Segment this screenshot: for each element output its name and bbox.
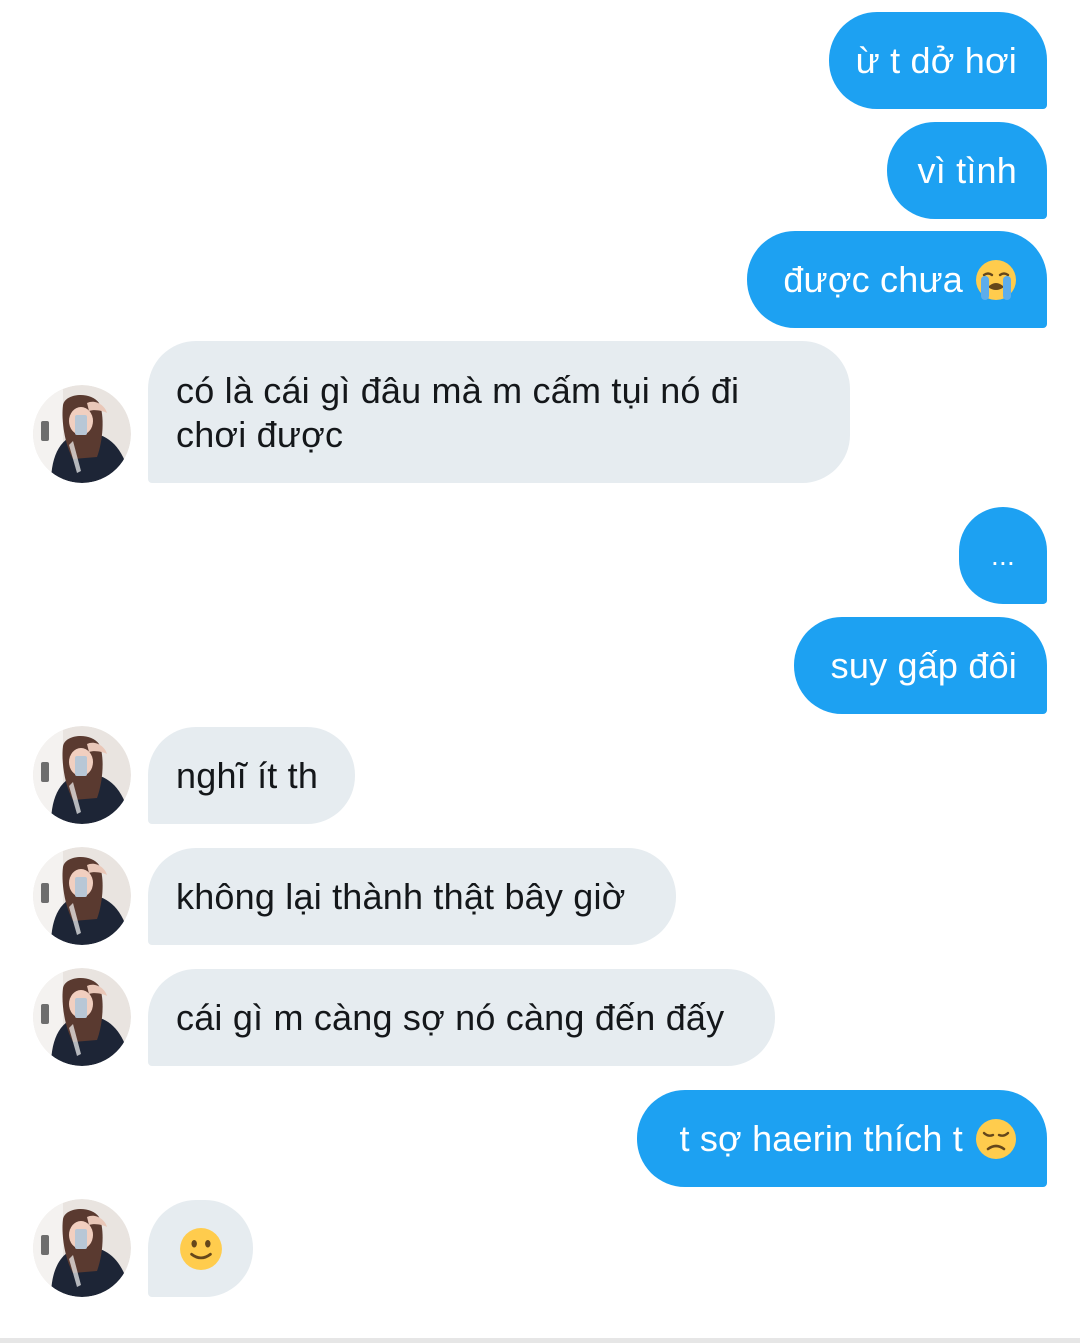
conversation: ừ t dở hơi vì tình được chưa có là cái g… [0, 0, 1080, 1343]
disappointed-face-icon [976, 1118, 1016, 1159]
message-text: ... [991, 539, 1015, 571]
message-bubble-outgoing[interactable]: được chưa [747, 231, 1047, 328]
message-bubble-outgoing[interactable]: suy gấp đôi [794, 617, 1047, 714]
message-bubble-outgoing[interactable]: ừ t dở hơi [829, 12, 1047, 109]
message-bubble-incoming[interactable] [148, 1200, 253, 1297]
contact-avatar[interactable] [33, 968, 131, 1066]
message-text: không lại thành thật bây giờ [176, 875, 626, 917]
loudly-crying-face-icon [976, 259, 1016, 300]
slightly-smiling-face-icon [179, 1227, 222, 1270]
message-text: ừ t dở hơi [855, 39, 1017, 81]
message-text: t sợ haerin thích t [679, 1117, 963, 1159]
message-bubble-incoming[interactable]: cái gì m càng sợ nó càng đến đấy [148, 969, 775, 1066]
message-text: suy gấp đôi [830, 644, 1017, 686]
contact-avatar[interactable] [33, 726, 131, 824]
bottom-divider [0, 1338, 1080, 1343]
message-text: cái gì m càng sợ nó càng đến đấy [176, 996, 725, 1038]
message-bubble-outgoing[interactable]: vì tình [887, 122, 1047, 219]
message-text: nghĩ ít th [176, 754, 319, 796]
message-text: vì tình [917, 149, 1017, 191]
contact-avatar[interactable] [33, 1199, 131, 1297]
message-bubble-incoming[interactable]: không lại thành thật bây giờ [148, 848, 676, 945]
message-bubble-incoming[interactable]: có là cái gì đâu mà m cấm tụi nó đi chơi… [148, 341, 850, 483]
message-bubble-incoming[interactable]: nghĩ ít th [148, 727, 355, 824]
contact-avatar[interactable] [33, 847, 131, 945]
contact-avatar[interactable] [33, 385, 131, 483]
message-bubble-outgoing[interactable]: t sợ haerin thích t [637, 1090, 1047, 1187]
message-text: có là cái gì đâu mà m cấm tụi nó đi chơi… [176, 370, 740, 455]
message-text: được chưa [783, 258, 963, 300]
message-bubble-outgoing[interactable]: ... [959, 507, 1047, 604]
